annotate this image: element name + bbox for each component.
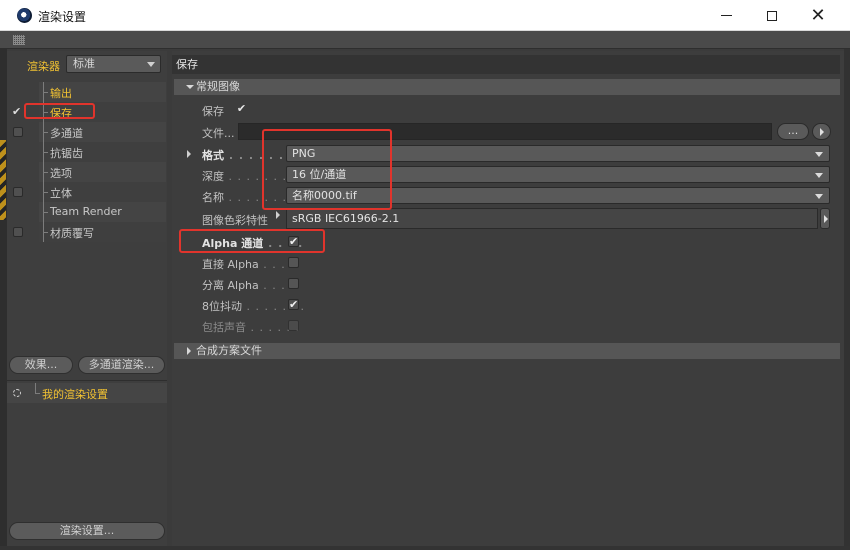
- tree-item-label: 抗锯齿: [50, 147, 83, 160]
- group-regular-label: 常规图像: [196, 80, 240, 93]
- tree-item-label: 立体: [50, 187, 72, 200]
- tree-item-team-render[interactable]: Team Render: [7, 202, 167, 222]
- minimize-icon: [720, 15, 732, 16]
- tree-item-antialiasing[interactable]: 抗锯齿: [7, 142, 167, 162]
- browse-button[interactable]: ...: [777, 123, 809, 140]
- expand-triangle-icon: [187, 347, 191, 355]
- row-include-sound: 包括声音 . . . . . .: [174, 315, 840, 336]
- maximize-button[interactable]: [749, 0, 795, 31]
- window-title: 渲染设置: [38, 10, 87, 24]
- row-separate-alpha: 分离 Alpha . . . .: [174, 273, 840, 294]
- file-options-button[interactable]: [812, 123, 831, 140]
- straight-alpha-label: 直接 Alpha . . . .: [202, 258, 295, 271]
- file-label: 文件...: [202, 127, 235, 140]
- renderer-label: 渲染器: [27, 60, 60, 73]
- chevron-down-icon: [815, 194, 823, 199]
- right-panel: 保存 常规图像 保存 ✔ 文件... ... 格式 . . . . . . . …: [172, 51, 844, 546]
- tree-item-stereo[interactable]: 立体: [7, 182, 167, 202]
- left-panel: 渲染器 标准 输出 ✔ 保存 多通道 抗锯齿 选项 立体 Team Render…: [7, 51, 167, 546]
- separate-alpha-checkbox[interactable]: [288, 278, 299, 289]
- my-render-settings-label: 我的渲染设置: [42, 388, 108, 401]
- include-sound-label: 包括声音 . . . . . .: [202, 321, 300, 334]
- straight-alpha-checkbox[interactable]: [288, 257, 299, 268]
- enable-checkbox[interactable]: [13, 227, 23, 237]
- row-color-profile: 图像色彩特性 sRGB IEC61966-2.1: [174, 208, 840, 229]
- checkmark-icon[interactable]: ✔: [12, 106, 22, 117]
- toolbar-strip: [0, 31, 850, 49]
- render-settings-button[interactable]: 渲染设置...: [9, 522, 165, 540]
- tree-item-material-override[interactable]: 材质覆写: [7, 222, 167, 242]
- dither-checkbox[interactable]: ✔: [288, 299, 299, 310]
- color-profile-label: 图像色彩特性: [202, 214, 268, 227]
- highlight-format-annotation: [262, 129, 392, 210]
- renderer-value: 标准: [73, 57, 95, 70]
- include-sound-checkbox[interactable]: [288, 320, 299, 331]
- grip-handle-icon[interactable]: [13, 35, 25, 45]
- background-object-edge: [0, 140, 6, 220]
- cinema4d-app-icon: [17, 8, 32, 23]
- row-save: 保存 ✔: [174, 99, 840, 120]
- bottom-edge: [0, 546, 850, 550]
- active-settings-icon: [13, 389, 21, 397]
- arrow-right-icon: [820, 128, 824, 136]
- close-button[interactable]: ✕: [795, 0, 841, 31]
- group-compositing-file[interactable]: 合成方案文件: [174, 343, 840, 359]
- chevron-down-icon: [147, 62, 155, 67]
- minimize-button[interactable]: [703, 0, 749, 31]
- color-profile-field[interactable]: sRGB IEC61966-2.1: [286, 208, 818, 229]
- color-profile-menu-button[interactable]: [820, 208, 830, 229]
- divider: [7, 380, 167, 381]
- highlight-alpha-annotation: [179, 229, 325, 253]
- close-icon: ✕: [810, 5, 826, 26]
- tree-item-label: Team Render: [50, 205, 122, 218]
- separate-alpha-label: 分离 Alpha . . . .: [202, 279, 295, 292]
- group-regular-image[interactable]: 常规图像: [174, 79, 840, 95]
- tree-item-label: 输出: [50, 87, 72, 100]
- tree-item-options[interactable]: 选项: [7, 162, 167, 182]
- tree-item-label: 多通道: [50, 127, 83, 140]
- arrow-right-icon: [824, 215, 828, 223]
- group-compositing-label: 合成方案文件: [196, 344, 262, 357]
- left-edge: [0, 49, 7, 550]
- right-edge: [844, 49, 850, 550]
- effects-button[interactable]: 效果...: [9, 356, 73, 374]
- highlight-save-annotation: [24, 103, 95, 119]
- my-render-settings-item[interactable]: 我的渲染设置: [7, 383, 167, 403]
- tree-item-output[interactable]: 输出: [7, 82, 167, 102]
- renderer-dropdown[interactable]: 标准: [66, 55, 161, 73]
- title-bar: 渲染设置 ✕: [0, 0, 850, 31]
- tree-item-multipass[interactable]: 多通道: [7, 122, 167, 142]
- maximize-icon: [767, 10, 777, 21]
- save-label: 保存: [202, 105, 224, 118]
- collapse-triangle-icon: [186, 85, 194, 89]
- row-8bit-dithering: 8位抖动 . . . . . . . ✔: [174, 294, 840, 315]
- section-title: 保存: [172, 55, 840, 74]
- save-checkbox[interactable]: ✔: [236, 103, 247, 115]
- chevron-down-icon: [815, 173, 823, 178]
- enable-checkbox[interactable]: [13, 127, 23, 137]
- enable-checkbox[interactable]: [13, 187, 23, 197]
- tree-item-label: 材质覆写: [50, 227, 94, 240]
- profile-expand-icon[interactable]: [276, 211, 280, 219]
- chevron-down-icon: [815, 152, 823, 157]
- row-straight-alpha: 直接 Alpha . . . .: [174, 252, 840, 273]
- tree-item-label: 选项: [50, 167, 72, 180]
- multipass-render-button[interactable]: 多通道渲染...: [78, 356, 165, 374]
- expand-triangle-icon[interactable]: [187, 150, 191, 158]
